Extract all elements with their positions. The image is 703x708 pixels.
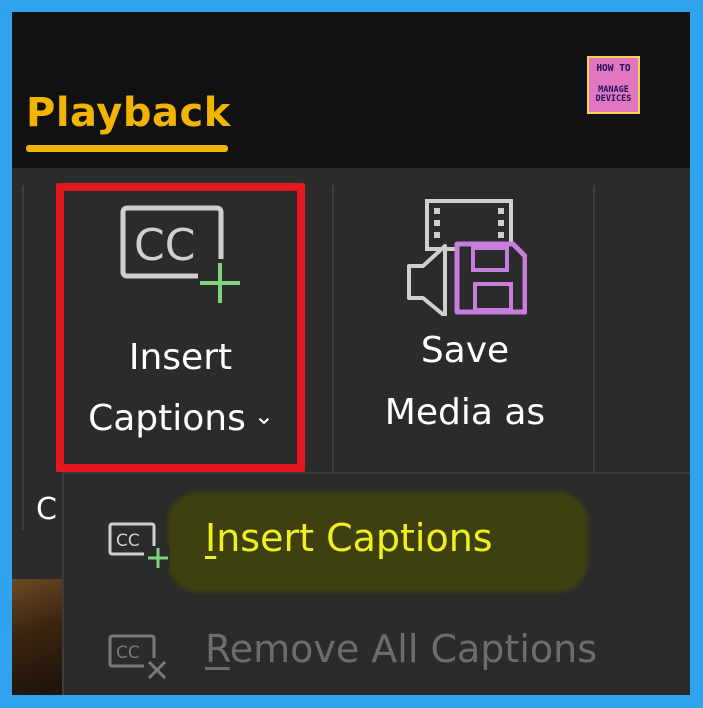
logo-line1: HOW TO (596, 63, 631, 74)
app-window: Playback HOW TO MANAGE DEVICES C CC Inse… (12, 12, 690, 695)
annotation-highlight-box (56, 183, 305, 472)
slide-thumbnail (12, 579, 64, 695)
save-media-as-label-line1: Save (420, 330, 510, 371)
ribbon-group-label: C (36, 492, 57, 527)
ribbon-separator (593, 185, 595, 472)
insert-captions-icon: CC (108, 522, 170, 568)
how-to-manage-devices-logo: HOW TO MANAGE DEVICES (587, 56, 640, 114)
ribbon-separator (22, 185, 24, 530)
svg-text:CC: CC (116, 531, 140, 551)
tab-playback[interactable]: Playback (26, 90, 231, 136)
save-media-icon (407, 199, 527, 316)
active-tab-indicator (26, 145, 228, 152)
menu-item-remove-all-captions-label: Remove All Captions (205, 627, 598, 671)
save-media-as-label-line2: Media as (384, 392, 546, 433)
logo-line2: MANAGE DEVICES (595, 85, 632, 104)
menu-item-insert-captions-label: Insert Captions (205, 516, 493, 560)
ribbon-separator (332, 185, 334, 472)
remove-captions-icon: CC (108, 634, 170, 680)
svg-text:CC: CC (116, 643, 140, 663)
